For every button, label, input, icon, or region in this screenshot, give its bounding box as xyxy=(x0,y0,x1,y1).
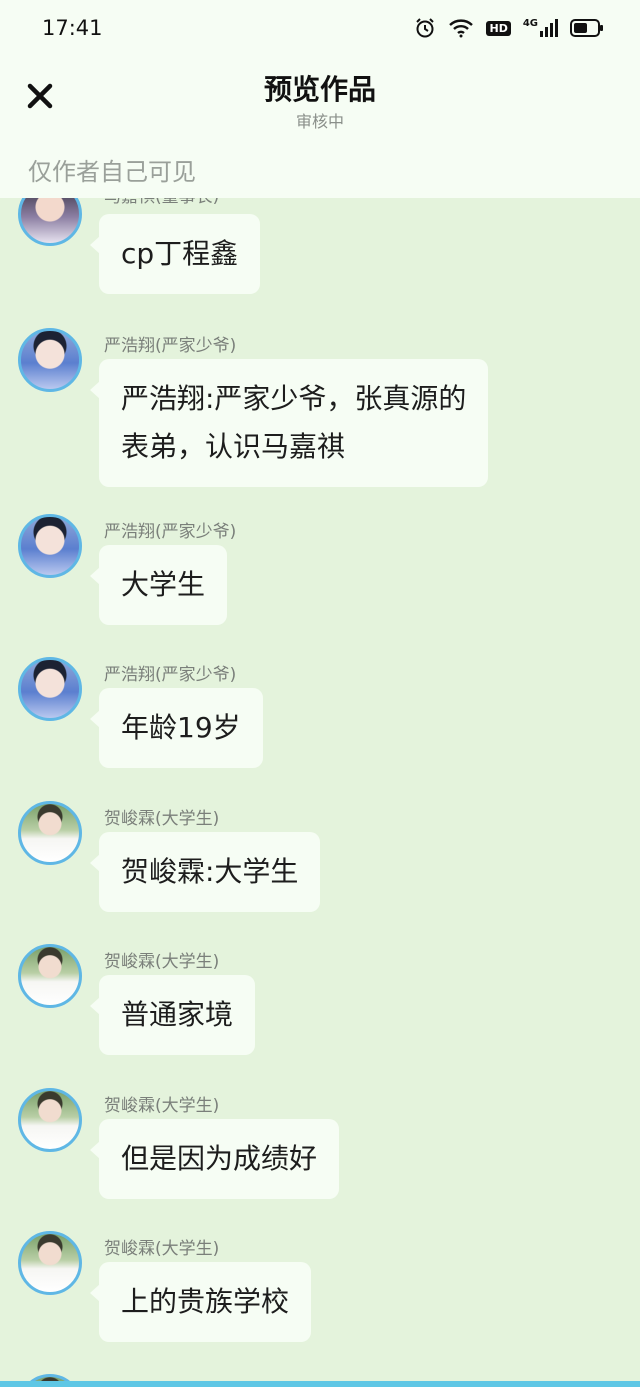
review-status: 审核中 xyxy=(295,112,344,131)
avatar[interactable] xyxy=(18,657,82,721)
message-bubble[interactable]: 贺峻霖:大学生 xyxy=(89,832,321,912)
network-type-label: 4G xyxy=(522,18,538,29)
message-bubble[interactable]: 但是因为成绩好 xyxy=(89,1119,340,1199)
status-bar: 17:41 HD 4G xyxy=(0,0,640,56)
avatar[interactable] xyxy=(18,801,82,865)
preview-header: 预览作品 审核中 仅作者自己可见 xyxy=(0,56,640,198)
sender-name: 贺峻霖(大学生) xyxy=(104,952,220,972)
signal-4g-icon: 4G xyxy=(523,19,558,37)
sender-name: 贺峻霖(大学生) xyxy=(104,1096,220,1116)
message-bubble[interactable]: 上的贵族学校 xyxy=(89,1262,312,1342)
sender-name: 严浩翔(严家少爷) xyxy=(104,522,237,542)
alarm-icon xyxy=(414,17,436,39)
message-bubble[interactable]: 年龄19岁 xyxy=(90,688,263,768)
sender-name: 贺峻霖(大学生) xyxy=(104,1239,220,1259)
avatar[interactable] xyxy=(18,1231,82,1295)
sender-name: 严浩翔(严家少爷) xyxy=(104,665,237,685)
sender-name: 贺峻霖(大学生) xyxy=(104,809,220,829)
avatar[interactable] xyxy=(18,1088,82,1152)
status-time: 17:41 xyxy=(42,16,103,40)
chat-list[interactable]: 马嘉祺(董事长) cp丁程鑫 严浩翔(严家少爷) 严浩翔:严家少爷，张真源的 表… xyxy=(0,198,640,1387)
wifi-icon xyxy=(448,18,474,38)
visibility-note: 仅作者自己可见 xyxy=(28,158,196,186)
battery-icon xyxy=(570,19,604,37)
status-icons: HD 4G xyxy=(414,17,604,39)
avatar[interactable] xyxy=(18,944,82,1008)
message-bubble[interactable]: cp丁程鑫 xyxy=(89,214,261,294)
page-title: 预览作品 xyxy=(263,73,376,106)
avatar[interactable] xyxy=(18,514,82,578)
avatar[interactable] xyxy=(18,198,82,246)
avatar[interactable] xyxy=(18,328,82,392)
hd-icon: HD xyxy=(486,20,511,36)
sender-name: 马嘉祺(董事长) xyxy=(104,198,219,207)
bottom-progress-bar xyxy=(0,1381,640,1387)
message-bubble[interactable]: 大学生 xyxy=(89,545,228,625)
sender-name: 严浩翔(严家少爷) xyxy=(104,336,237,356)
message-bubble[interactable]: 普通家境 xyxy=(89,975,256,1055)
message-bubble[interactable]: 严浩翔:严家少爷，张真源的 表弟，认识马嘉祺 xyxy=(89,359,489,487)
